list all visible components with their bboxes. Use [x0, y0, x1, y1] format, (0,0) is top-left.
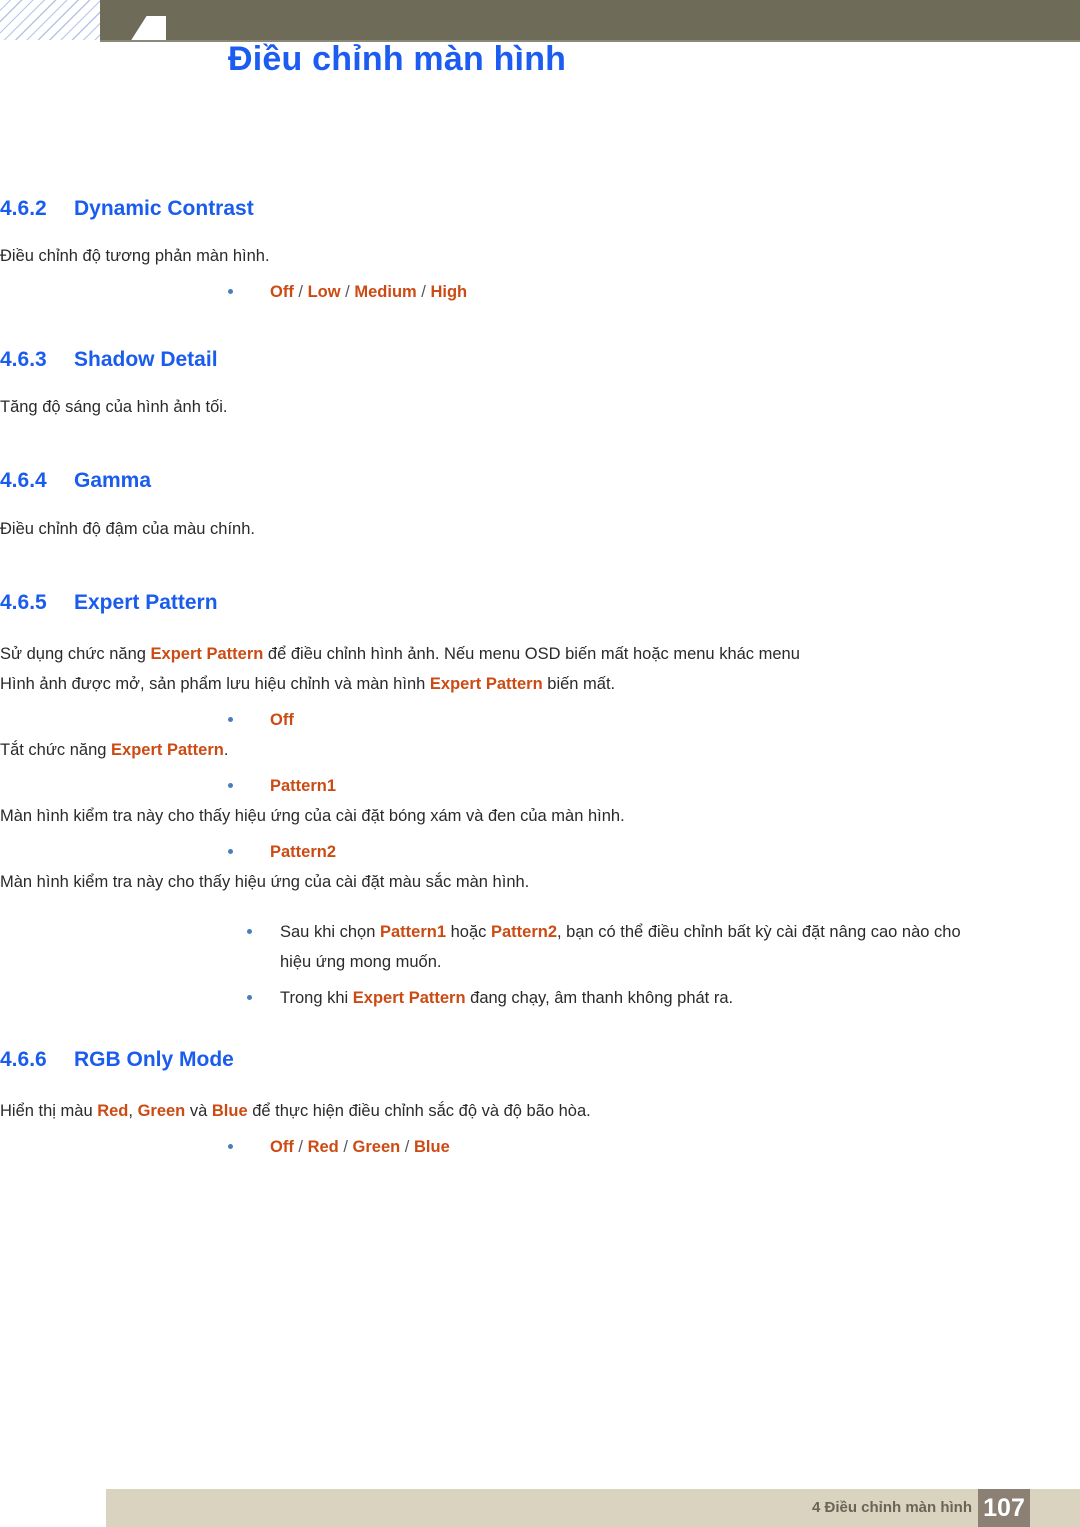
bullet-dot-icon — [228, 848, 233, 854]
desc-highlight: Expert Pattern — [111, 740, 224, 759]
section-number: 4.6.4 — [0, 469, 47, 493]
expert-pattern-desc-off: Tắt chức năng Expert Pattern. — [0, 735, 1080, 765]
section-heading-expert-pattern: 4.6.5 Expert Pattern — [0, 590, 1080, 615]
note-text: Sau khi chọn Pattern1 hoặc Pattern2, bạn… — [280, 917, 980, 977]
desc-text: . — [223, 740, 229, 759]
para-highlight-red: Red — [97, 1101, 129, 1120]
option-off: Off — [270, 283, 294, 302]
section-title: Gamma — [74, 469, 152, 493]
section-body-text: Điều chỉnh độ tương phản màn hình. — [0, 247, 270, 266]
option-list-dynamic-contrast: Off / Low / Medium / High — [228, 277, 1080, 307]
header-olive-bar — [100, 0, 1080, 40]
section-heading-dynamic-contrast: 4.6.2 Dynamic Contrast — [0, 196, 1080, 221]
section-number: 4.6.2 — [0, 197, 47, 220]
section-title: RGB Only Mode — [74, 1047, 234, 1071]
expert-pattern-item-off: Off — [228, 705, 1080, 735]
rgb-only-paragraph: Hiển thị màu Red, Green và Blue để thực … — [0, 1096, 800, 1126]
expert-pattern-desc-pattern1: Màn hình kiểm tra này cho thấy hiệu ứng … — [0, 806, 625, 825]
bullet-dot-icon — [247, 994, 252, 1000]
para-text: Hiển thị màu — [0, 1101, 98, 1120]
section-gamma: 4.6.4 Gamma Điều chỉnh độ đậm của màu chí… — [0, 468, 1080, 543]
section-shadow-detail: 4.6.3 Shadow Detail Tăng độ sáng của hình… — [0, 347, 1080, 422]
para-highlight: Expert Pattern — [150, 644, 264, 663]
bullet-dot-icon — [228, 782, 233, 788]
item-label: Off — [270, 710, 294, 729]
note-part: đang chạy, âm thanh không phát ra. — [465, 988, 734, 1007]
para-text: để thực hiện điều chỉnh sắc độ và độ bão… — [247, 1101, 591, 1120]
footer-chapter-label: 4 Điều chỉnh màn hình — [811, 1499, 972, 1516]
header-hatch-pattern — [0, 0, 100, 40]
note-part: Sau khi chọn — [280, 922, 380, 941]
item-label: Pattern1 — [270, 776, 337, 795]
option-list-rgb-only: Off / Red / Green / Blue — [228, 1132, 1080, 1162]
expert-pattern-paragraph: Sử dụng chức năng Expert Pattern để điều… — [0, 639, 800, 699]
section-heading-rgb-only-mode: 4.6.6 RGB Only Mode — [0, 1047, 1080, 1072]
section-title: Shadow Detail — [74, 348, 218, 372]
section-heading-gamma: 4.6.4 Gamma — [0, 468, 1080, 493]
section-title: Expert Pattern — [74, 590, 218, 614]
option-red: Red — [307, 1137, 339, 1156]
desc-text: Tắt chức năng — [0, 740, 112, 759]
item-label: Pattern2 — [270, 842, 337, 861]
para-highlight: Expert Pattern — [429, 674, 543, 693]
document-content: 4.6.2 Dynamic Contrast Điều chỉnh độ tươn… — [0, 196, 1080, 1162]
option-green: Green — [352, 1137, 401, 1156]
option-off: Off — [270, 1137, 294, 1156]
expert-pattern-item-pattern2: Pattern2 — [228, 837, 1080, 867]
note-highlight: Pattern1 — [379, 922, 447, 941]
para-text: Sử dụng chức năng — [0, 644, 151, 663]
bullet-dot-icon — [228, 289, 233, 295]
section-expert-pattern: 4.6.5 Expert Pattern Sử dụng chức năng Ex… — [0, 590, 1080, 1013]
section-body-text: Điều chỉnh độ đậm của màu chính. — [0, 519, 255, 538]
option-values: Off / Low / Medium / High — [270, 283, 468, 302]
expert-pattern-note-2: Trong khi Expert Pattern đang chạy, âm t… — [247, 983, 1080, 1013]
note-highlight: Expert Pattern — [352, 988, 466, 1007]
page-header — [0, 0, 1080, 42]
section-title: Dynamic Contrast — [74, 197, 254, 220]
section-number: 4.6.3 — [0, 348, 47, 372]
section-number: 4.6.5 — [0, 590, 47, 614]
expert-pattern-desc-pattern2: Màn hình kiểm tra này cho thấy hiệu ứng … — [0, 872, 530, 891]
expert-pattern-note-1: Sau khi chọn Pattern1 hoặc Pattern2, bạn… — [247, 917, 1080, 977]
section-heading-shadow-detail: 4.6.3 Shadow Detail — [0, 347, 1080, 372]
note-part: hoặc — [446, 922, 491, 941]
para-highlight-blue: Blue — [211, 1101, 248, 1120]
page-title: Điều chỉnh màn hình — [228, 40, 567, 78]
section-dynamic-contrast: 4.6.2 Dynamic Contrast Điều chỉnh độ tươn… — [0, 196, 1080, 307]
para-highlight-green: Green — [137, 1101, 186, 1120]
section-body-text: Tăng độ sáng của hình ảnh tối. — [0, 398, 228, 417]
page-number: 107 — [983, 1493, 1025, 1522]
option-blue: Blue — [413, 1137, 450, 1156]
note-part: Trong khi — [280, 988, 353, 1007]
note-text: Trong khi Expert Pattern đang chạy, âm t… — [280, 983, 980, 1013]
bullet-dot-icon — [228, 716, 233, 722]
option-low: Low — [307, 283, 341, 302]
section-rgb-only-mode: 4.6.6 RGB Only Mode Hiển thị màu Red, Gre… — [0, 1047, 1080, 1162]
section-number: 4.6.6 — [0, 1047, 47, 1071]
expert-pattern-item-pattern1: Pattern1 — [228, 771, 1080, 801]
option-high: High — [430, 283, 468, 302]
bullet-dot-icon — [228, 1143, 233, 1149]
para-text: , — [128, 1101, 138, 1120]
para-text: và — [185, 1101, 212, 1120]
option-values: Off / Red / Green / Blue — [270, 1137, 450, 1156]
bullet-dot-icon — [247, 928, 252, 934]
para-text: biến mất. — [542, 674, 616, 693]
note-highlight: Pattern2 — [490, 922, 557, 941]
option-medium: Medium — [354, 283, 417, 302]
